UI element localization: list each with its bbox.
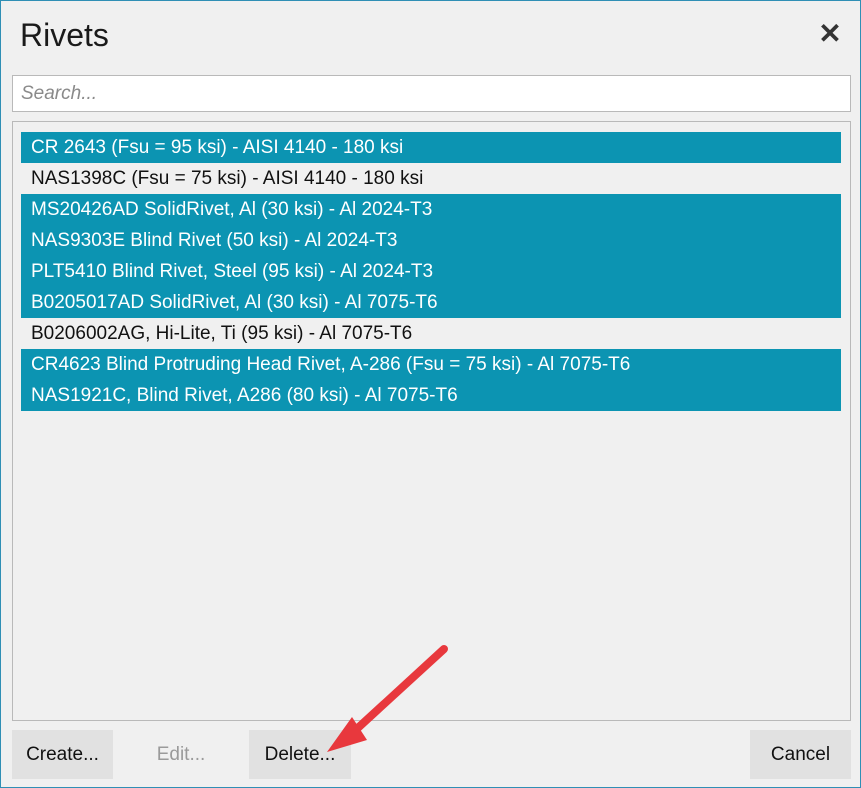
list-item[interactable]: CR4623 Blind Protruding Head Rivet, A-28… — [21, 349, 841, 380]
cancel-button[interactable]: Cancel — [750, 730, 851, 779]
edit-button: Edit... — [130, 730, 232, 779]
close-button[interactable]: ✕ — [814, 17, 846, 49]
list-item[interactable]: NAS9303E Blind Rivet (50 ksi) - Al 2024-… — [21, 225, 841, 256]
rivet-list[interactable]: CR 2643 (Fsu = 95 ksi) - AISI 4140 - 180… — [12, 121, 851, 721]
close-icon: ✕ — [818, 17, 842, 49]
list-item[interactable]: PLT5410 Blind Rivet, Steel (95 ksi) - Al… — [21, 256, 841, 287]
list-item[interactable]: B0205017AD SolidRivet, Al (30 ksi) - Al … — [21, 287, 841, 318]
list-item[interactable]: MS20426AD SolidRivet, Al (30 ksi) - Al 2… — [21, 194, 841, 225]
rivets-dialog: Rivets ✕ CR 2643 (Fsu = 95 ksi) - AISI 4… — [0, 0, 861, 788]
dialog-title: Rivets — [20, 17, 109, 53]
delete-button[interactable]: Delete... — [249, 730, 351, 779]
create-button[interactable]: Create... — [12, 730, 113, 779]
list-item[interactable]: NAS1921C, Blind Rivet, A286 (80 ksi) - A… — [21, 380, 841, 411]
list-item[interactable]: CR 2643 (Fsu = 95 ksi) - AISI 4140 - 180… — [21, 132, 841, 163]
list-item[interactable]: NAS1398C (Fsu = 75 ksi) - AISI 4140 - 18… — [21, 163, 841, 194]
list-item[interactable]: B0206002AG, Hi-Lite, Ti (95 ksi) - Al 70… — [21, 318, 841, 349]
search-input[interactable] — [12, 75, 851, 112]
